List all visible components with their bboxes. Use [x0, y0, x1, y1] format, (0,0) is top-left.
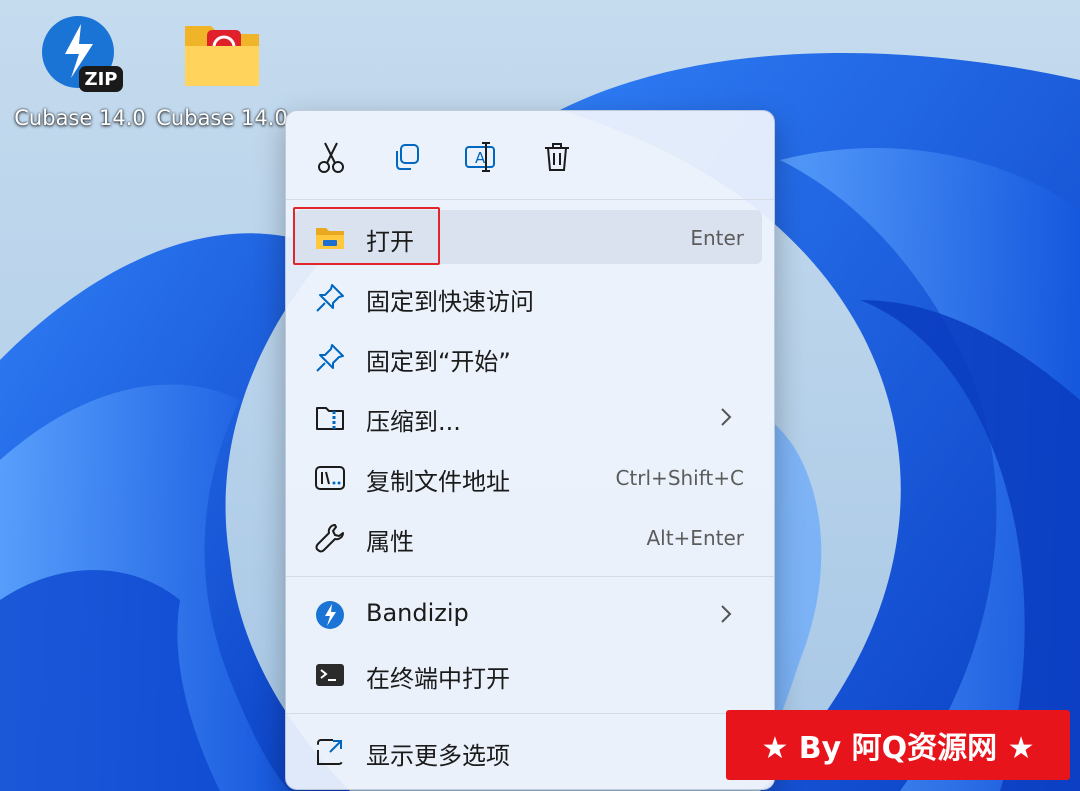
menu-item-label: 固定到“开始” [366, 348, 511, 376]
wrench-icon [315, 524, 344, 553]
menu-item-label: 压缩到... [366, 408, 461, 436]
menu-item-label: 显示更多选项 [366, 742, 510, 770]
context-menu-toolbar: A [286, 111, 774, 199]
copy-path-icon [315, 466, 345, 490]
divider [286, 713, 774, 714]
chevron-right-icon [721, 605, 732, 623]
copy-button[interactable] [386, 137, 426, 177]
desktop-icon-label: Cubase 14.0 [14, 106, 146, 130]
terminal-icon [316, 664, 344, 686]
divider [286, 199, 774, 200]
zip-badge: ZIP [85, 69, 118, 90]
annotation-highlight-box [293, 207, 440, 265]
desktop-icon-zip[interactable]: ZIP Cubase 14.0 [10, 10, 150, 130]
menu-item-shortcut: Alt+Enter [646, 526, 744, 550]
bandizip-icon [316, 601, 344, 629]
pin-icon [316, 284, 344, 312]
menu-item-pin-quick-access[interactable]: 固定到快速访问 [294, 270, 762, 324]
copy-icon [396, 144, 419, 170]
menu-item-pin-start[interactable]: 固定到“开始” [294, 330, 762, 384]
folder-icon [177, 10, 267, 100]
menu-item-shortcut: Ctrl+Shift+C [615, 466, 744, 490]
menu-item-open-in-terminal[interactable]: 在终端中打开 [294, 647, 762, 701]
menu-item-label: 属性 [366, 528, 414, 556]
watermark-banner: ★ By 阿Q资源网 ★ [726, 710, 1070, 780]
menu-item-label: 复制文件地址 [366, 468, 510, 496]
svg-text:A: A [475, 149, 486, 167]
desktop-icon-folder[interactable]: Cubase 14.0 [152, 10, 292, 130]
chevron-right-icon [721, 408, 732, 426]
menu-item-label: Bandizip [366, 599, 469, 627]
desktop-icon-label: Cubase 14.0 [156, 106, 288, 130]
trash-icon [545, 143, 569, 171]
menu-item-compress-to[interactable]: 压缩到... [294, 390, 762, 444]
menu-item-bandizip[interactable]: Bandizip [294, 587, 762, 641]
menu-item-copy-path[interactable]: 复制文件地址 Ctrl+Shift+C [294, 450, 762, 504]
menu-item-properties[interactable]: 属性 Alt+Enter [294, 510, 762, 564]
menu-item-label: 固定到快速访问 [366, 288, 534, 316]
rename-icon: A [465, 142, 495, 172]
menu-item-label: 在终端中打开 [366, 665, 510, 693]
divider [286, 576, 774, 577]
menu-item-show-more-options[interactable]: 显示更多选项 [294, 724, 762, 778]
pin-icon [316, 344, 344, 372]
more-options-icon [317, 739, 343, 765]
rename-button[interactable]: A [461, 137, 501, 177]
menu-item-shortcut: Enter [690, 226, 744, 250]
scissors-icon [318, 142, 344, 173]
cut-button[interactable] [311, 137, 351, 177]
delete-button[interactable] [537, 137, 577, 177]
zip-folder-icon [316, 407, 344, 430]
zip-archive-icon: ZIP [35, 10, 125, 100]
